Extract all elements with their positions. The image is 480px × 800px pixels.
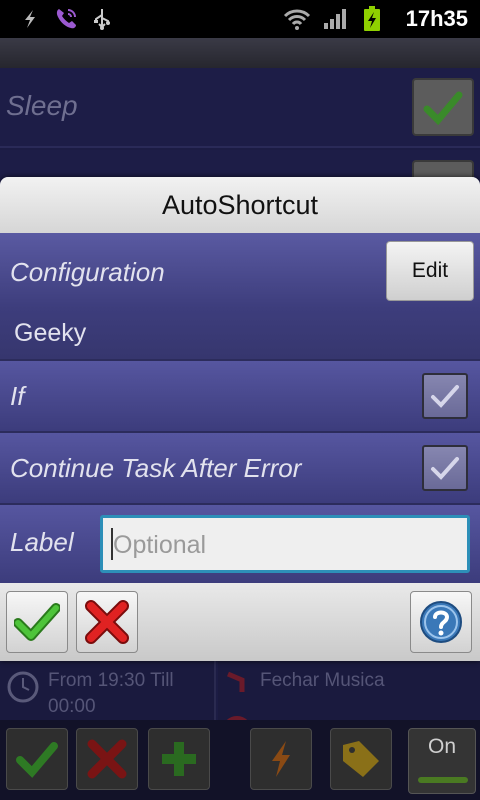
toolbar-cancel-button[interactable] [76,728,138,790]
signal-icon [322,7,348,31]
dialog-footer [0,583,480,661]
if-checkbox[interactable] [422,373,468,419]
check-icon [423,91,463,125]
check-icon [431,457,459,480]
autoshortcut-dialog: AutoShortcut Configuration Edit Geeky If… [0,177,480,661]
configuration-value: Geeky [14,319,87,347]
check-icon [431,385,459,408]
continue-after-error-label: Continue Task After Error [10,453,302,483]
background-check-button[interactable] [412,78,474,136]
toolbar-accept-button[interactable] [6,728,68,790]
dialog-title: AutoShortcut [0,177,480,233]
tag-icon [343,741,379,777]
label-input-placeholder: Optional [113,531,207,559]
continue-after-error-row[interactable]: Continue Task After Error [0,433,480,503]
check-icon [16,742,58,778]
background-row-label: Sleep [6,90,78,121]
continue-after-error-checkbox[interactable] [422,445,468,491]
help-icon [420,601,462,643]
toggle-indicator [418,777,468,783]
toolbar-add-button[interactable] [148,728,210,790]
battery-charging-icon [362,6,382,31]
toolbar-lightning-button[interactable] [250,728,312,790]
edit-button[interactable]: Edit [386,241,474,301]
voice-call-icon [52,7,80,31]
task-time-line1: From 19:30 Till [48,670,174,691]
ok-button[interactable] [6,591,68,653]
if-label: If [10,381,25,411]
configuration-label: Configuration [10,257,165,287]
configuration-section: Configuration Edit Geeky [0,233,480,359]
label-input[interactable]: Optional [100,515,470,573]
usb-icon [90,7,114,31]
bottom-toolbar: On [0,720,480,800]
toolbar-on-toggle[interactable]: On [408,728,476,794]
cancel-button[interactable] [76,591,138,653]
task-time-line2: 00:00 [48,696,96,717]
clock-icon [7,671,39,703]
lightning-icon [272,741,290,777]
check-icon [14,603,60,641]
label-label: Label [10,527,74,557]
cross-icon [87,739,127,779]
label-row: Label Optional [0,505,480,583]
help-button[interactable] [410,591,472,653]
wifi-icon [282,7,312,31]
usb-debug-icon [18,7,42,31]
task-music-label: Fechar Musica [260,670,385,691]
background-row-sleep[interactable]: Sleep [0,68,480,148]
if-row[interactable]: If [0,361,480,431]
status-bar: 17h35 [0,0,480,38]
plus-icon [162,742,196,776]
toolbar-tag-button[interactable] [330,728,392,790]
music-icon [227,671,245,692]
clock: 17h35 [405,6,468,31]
toggle-on-label: On [427,735,456,758]
background-header [0,38,480,68]
cross-icon [85,600,129,644]
